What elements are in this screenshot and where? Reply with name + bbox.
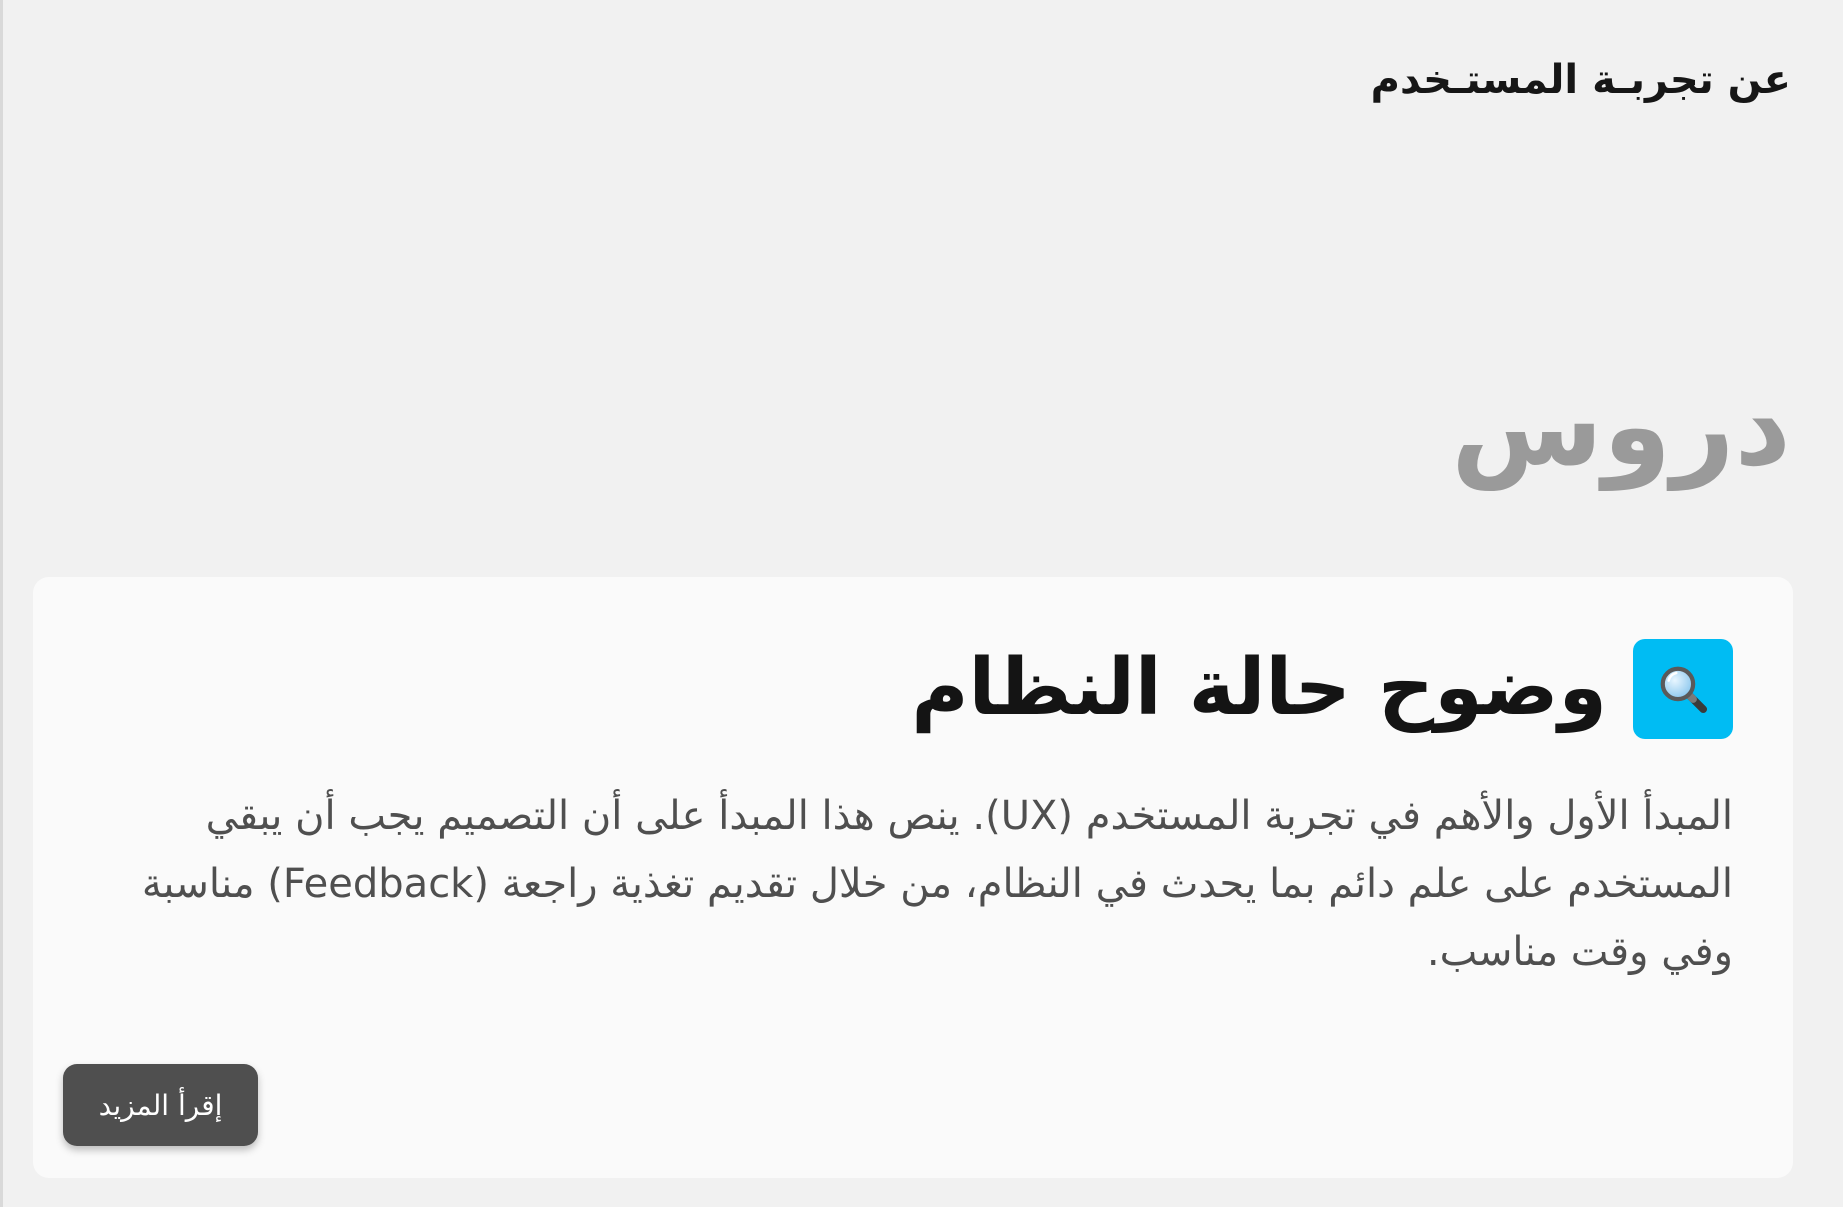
card-title: وضوح حالة النظام bbox=[911, 643, 1607, 734]
card-description: المبدأ الأول والأهم في تجربة المستخدم (U… bbox=[141, 793, 1733, 975]
read-more-button[interactable]: إقرأ المزيد bbox=[63, 1064, 258, 1146]
card-header: وضوح حالة النظام bbox=[911, 639, 1733, 739]
site-brand[interactable]: عن تجربـة المستـخدم bbox=[1371, 56, 1791, 104]
lesson-card: وضوح حالة النظام المبدأ الأول والأهم في … bbox=[33, 577, 1793, 1178]
magnifying-glass-icon bbox=[1633, 639, 1733, 739]
page-left-border bbox=[0, 0, 3, 1207]
section-heading: دروس bbox=[1451, 362, 1791, 490]
